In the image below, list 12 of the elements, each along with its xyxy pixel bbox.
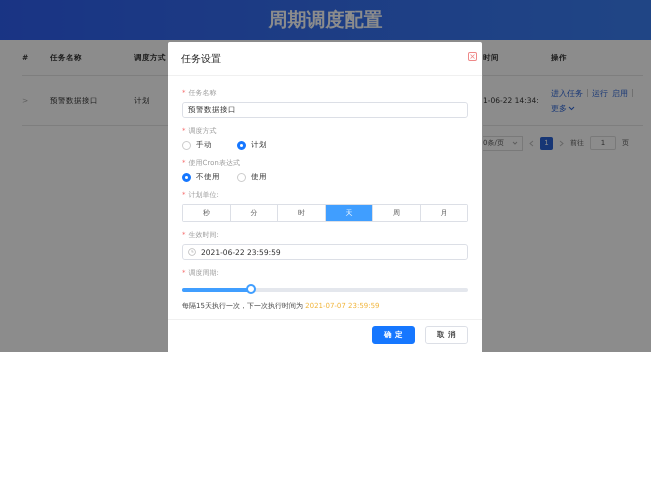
action-link[interactable]: 更多 [551, 102, 575, 114]
clock-icon [188, 248, 196, 256]
chevron-down-icon [512, 141, 518, 145]
action-link[interactable]: 进入任务 [551, 88, 583, 98]
action-link[interactable]: 运行 [592, 88, 608, 98]
page-title: 周期调度配置 [268, 8, 382, 33]
dialog-title: 任务设置 [181, 52, 221, 66]
prev-page-icon[interactable] [529, 140, 534, 146]
close-button[interactable] [468, 52, 477, 61]
slider-thumb[interactable] [246, 284, 256, 294]
next-page-icon[interactable] [559, 140, 564, 146]
action-link[interactable]: 启用 [612, 88, 628, 98]
